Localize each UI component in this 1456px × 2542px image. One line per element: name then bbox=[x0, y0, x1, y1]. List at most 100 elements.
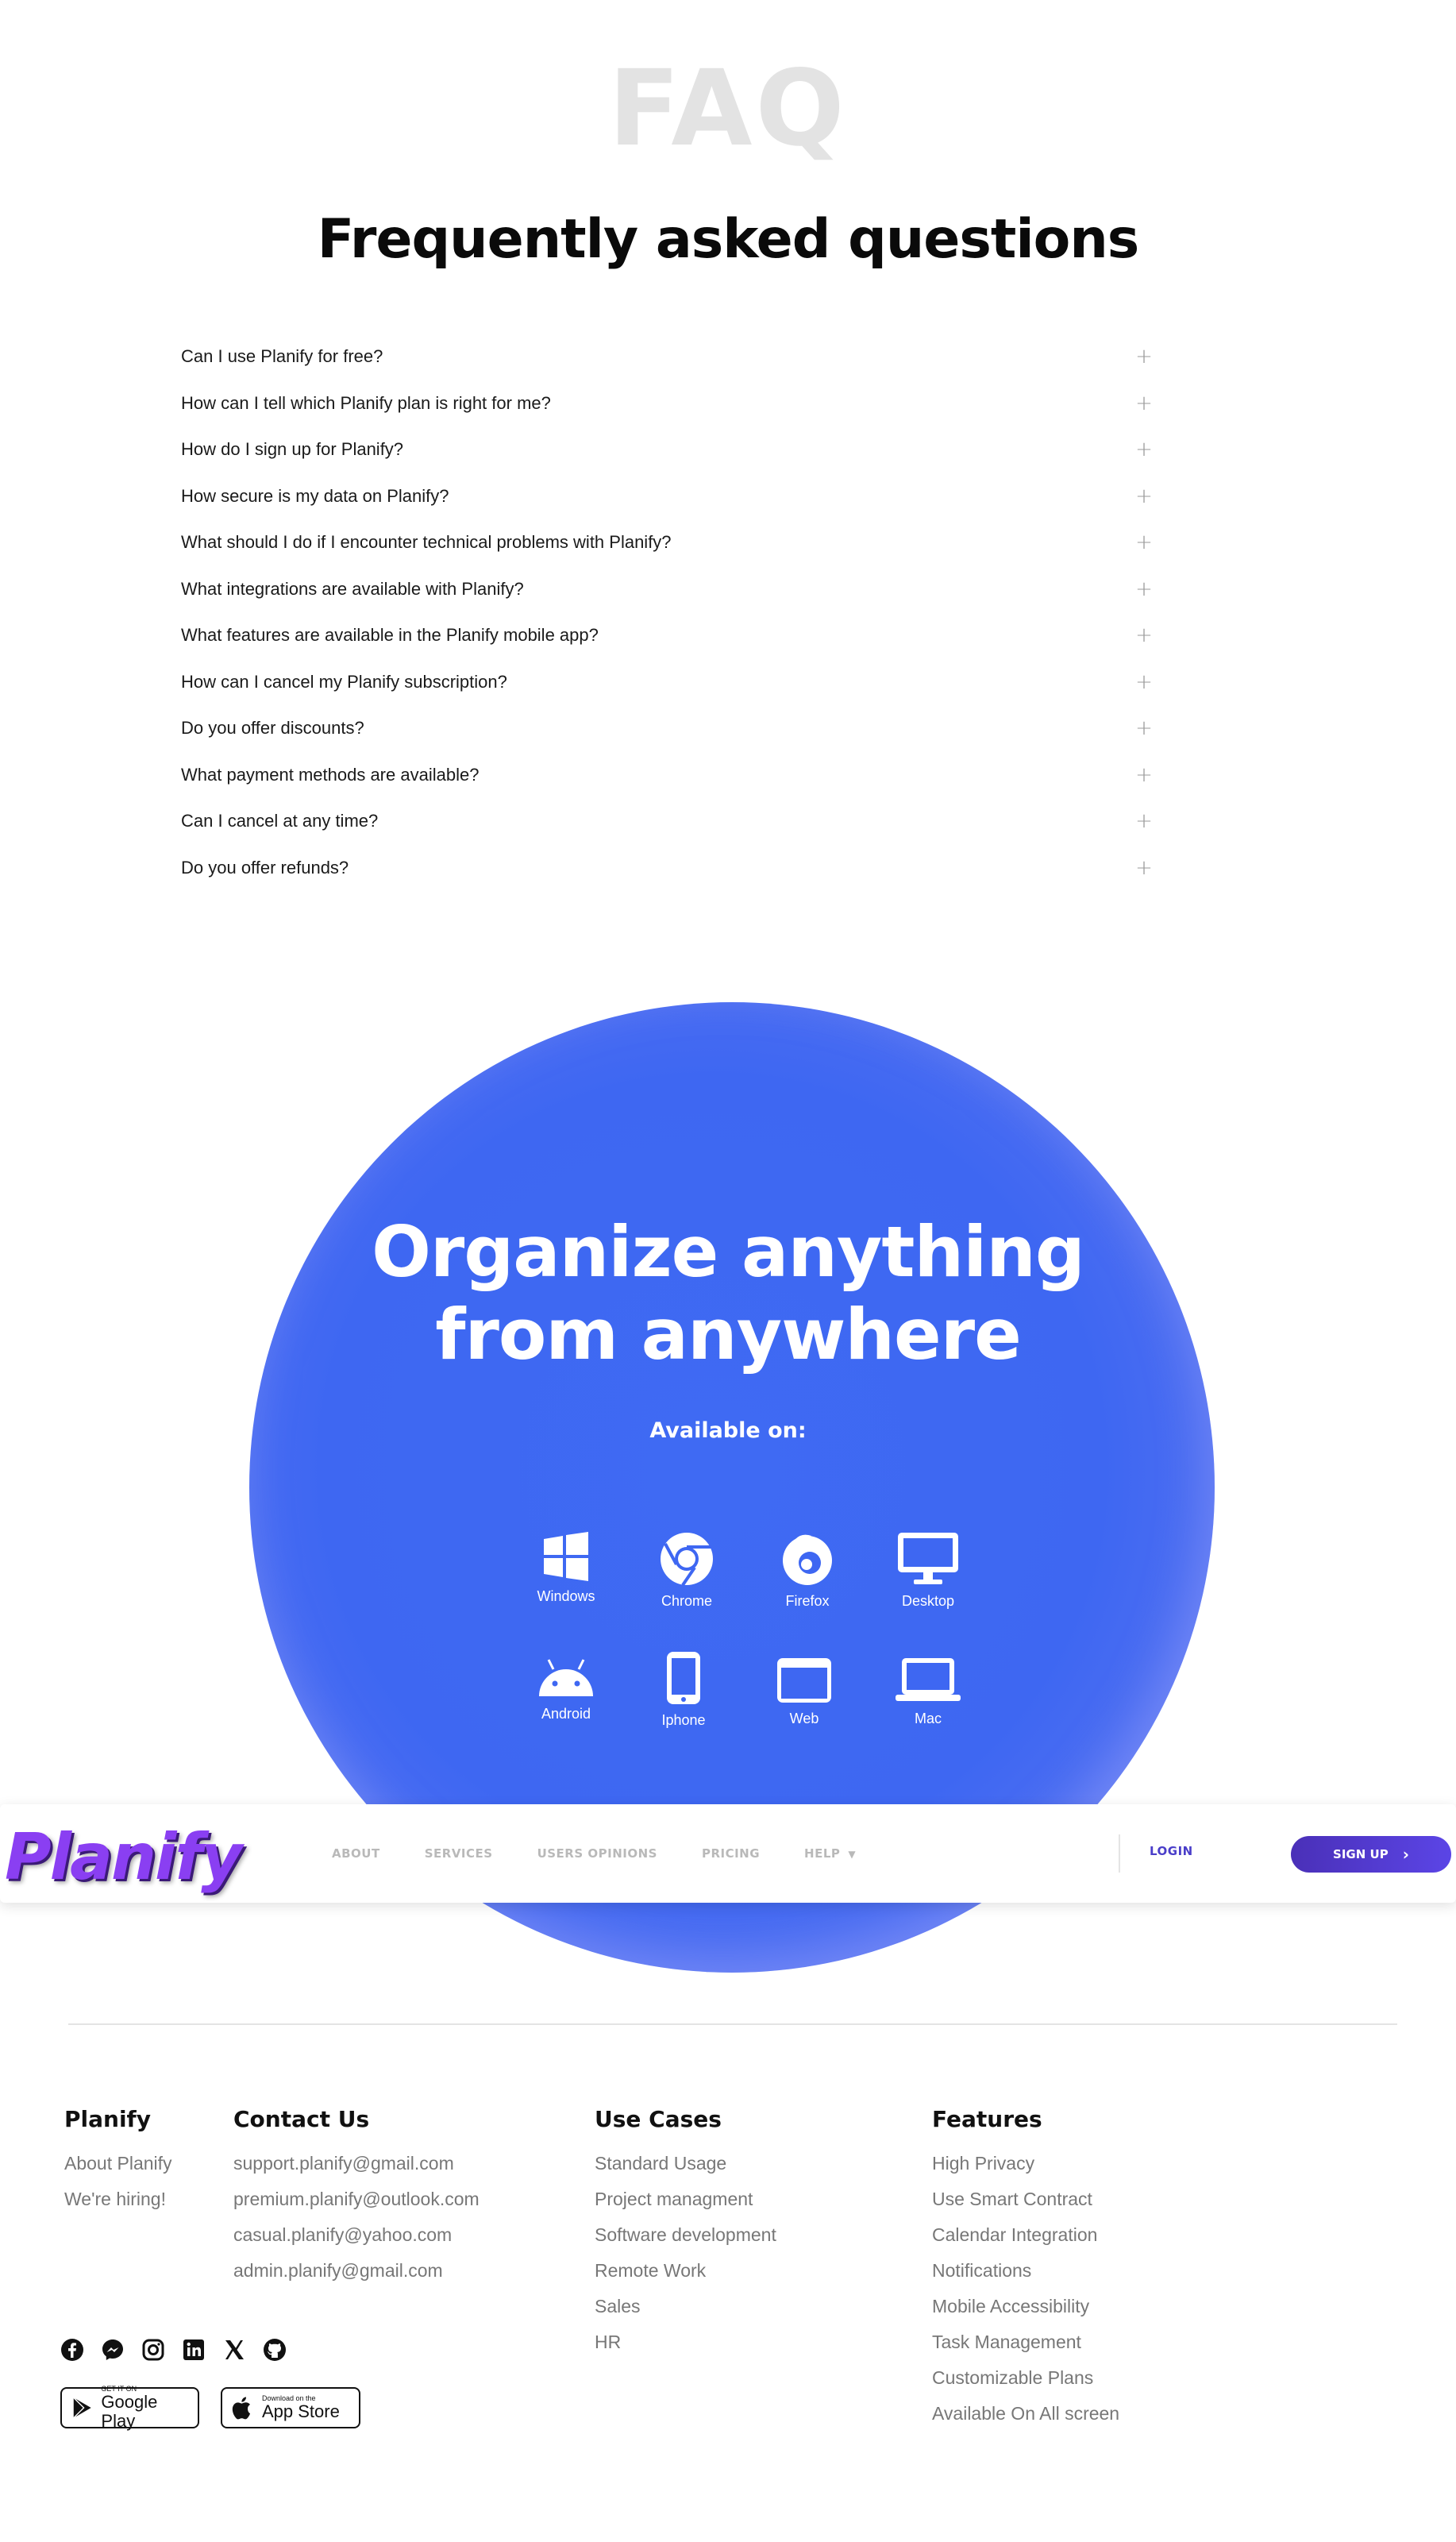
cta-title: Organize anything from anywhere bbox=[0, 1211, 1456, 1376]
footer-heading: Use Cases bbox=[595, 2106, 722, 2132]
plus-icon[interactable]: + bbox=[1132, 345, 1156, 368]
footer-link[interactable]: About Planify bbox=[64, 2150, 172, 2185]
faq-item[interactable]: How can I tell which Planify plan is rig… bbox=[181, 380, 1156, 427]
platform-label: Desktop bbox=[901, 1593, 955, 1609]
plus-icon[interactable]: + bbox=[1132, 392, 1156, 415]
footer-col-planify: Planify About Planify We're hiring! bbox=[64, 2106, 172, 2221]
footer-link[interactable]: Calendar Integration bbox=[932, 2221, 1119, 2257]
navbar: Planify ABOUT SERVICES USERS OPINIONS PR… bbox=[0, 1804, 1456, 1903]
faq-question: Can I cancel at any time? bbox=[181, 811, 379, 831]
nav-about[interactable]: ABOUT bbox=[332, 1846, 380, 1861]
plus-icon[interactable]: + bbox=[1132, 623, 1156, 647]
footer-email[interactable]: admin.planify@gmail.com bbox=[233, 2257, 480, 2293]
platform-label: Iphone bbox=[661, 1712, 706, 1728]
footer-link[interactable]: Standard Usage bbox=[595, 2150, 776, 2185]
footer-link[interactable]: Sales bbox=[595, 2293, 776, 2328]
google-play-icon bbox=[73, 2397, 91, 2419]
signup-button[interactable]: SIGN UP › bbox=[1291, 1836, 1451, 1873]
footer-heading: Planify bbox=[64, 2106, 151, 2132]
platform-desktop[interactable]: Desktop bbox=[869, 1531, 988, 1610]
logo[interactable]: Planify bbox=[5, 1820, 242, 1894]
faq-item[interactable]: How secure is my data on Planify? + bbox=[181, 473, 1156, 520]
footer-col-features: Features High Privacy Use Smart Contract… bbox=[932, 2106, 1119, 2436]
platform-android[interactable]: Android bbox=[507, 1655, 626, 1722]
platform-label: Windows bbox=[537, 1588, 595, 1604]
cta-title-line2: from anywhere bbox=[435, 1294, 1022, 1375]
platform-label: Firefox bbox=[785, 1593, 830, 1609]
plus-icon[interactable]: + bbox=[1132, 438, 1156, 461]
faq-question: Do you offer refunds? bbox=[181, 857, 349, 878]
google-play-badge[interactable]: GET IT ON Google Play bbox=[60, 2385, 199, 2431]
plus-icon[interactable]: + bbox=[1132, 484, 1156, 508]
messenger-icon[interactable] bbox=[101, 2338, 125, 2362]
footer-link[interactable]: High Privacy bbox=[932, 2150, 1119, 2185]
app-store-badge[interactable]: Download on the App Store bbox=[221, 2387, 360, 2428]
facebook-icon[interactable] bbox=[60, 2338, 84, 2362]
plus-icon[interactable]: + bbox=[1132, 530, 1156, 554]
plus-icon[interactable]: + bbox=[1132, 856, 1156, 880]
footer-email[interactable]: casual.planify@yahoo.com bbox=[233, 2221, 480, 2257]
login-link[interactable]: LOGIN bbox=[1150, 1844, 1193, 1858]
faq-item[interactable]: Do you offer refunds? + bbox=[181, 845, 1156, 892]
footer-col-use-cases: Use Cases Standard Usage Project managme… bbox=[595, 2106, 776, 2364]
faq-item[interactable]: How can I cancel my Planify subscription… bbox=[181, 659, 1156, 706]
footer-link[interactable]: Use Smart Contract bbox=[932, 2185, 1119, 2221]
footer-link[interactable]: Remote Work bbox=[595, 2257, 776, 2293]
apple-icon bbox=[232, 2397, 250, 2420]
footer-email[interactable]: support.planify@gmail.com bbox=[233, 2150, 480, 2185]
faq-title: Frequently asked questions bbox=[317, 208, 1140, 271]
faq-item[interactable]: What integrations are available with Pla… bbox=[181, 566, 1156, 613]
footer-link[interactable]: Project managment bbox=[595, 2185, 776, 2221]
platform-firefox[interactable]: Firefox bbox=[748, 1531, 867, 1610]
faq-item[interactable]: How do I sign up for Planify? + bbox=[181, 426, 1156, 473]
platform-mac[interactable]: Mac bbox=[869, 1657, 988, 1727]
desktop-icon bbox=[898, 1533, 958, 1584]
android-icon bbox=[539, 1659, 593, 1696]
platform-web[interactable]: Web bbox=[745, 1657, 864, 1727]
faq-question: Do you offer discounts? bbox=[181, 718, 364, 739]
plus-icon[interactable]: + bbox=[1132, 716, 1156, 740]
plus-icon[interactable]: + bbox=[1132, 763, 1156, 787]
nav-users-opinions[interactable]: USERS OPINIONS bbox=[537, 1846, 657, 1861]
footer-link[interactable]: Customizable Plans bbox=[932, 2364, 1119, 2400]
iphone-icon bbox=[667, 1652, 700, 1704]
footer-link[interactable]: Mobile Accessibility bbox=[932, 2293, 1119, 2328]
platform-label: Mac bbox=[914, 1711, 942, 1726]
faq-item[interactable]: What payment methods are available? + bbox=[181, 752, 1156, 799]
platform-label: Web bbox=[789, 1711, 819, 1726]
github-icon[interactable] bbox=[263, 2338, 287, 2362]
platform-windows[interactable]: Windows bbox=[507, 1531, 626, 1605]
nav-services[interactable]: SERVICES bbox=[425, 1846, 493, 1861]
nav-help[interactable]: HELP ▼ bbox=[804, 1846, 856, 1861]
footer-heading: Features bbox=[932, 2106, 1042, 2132]
platform-iphone[interactable]: Iphone bbox=[624, 1650, 743, 1729]
linkedin-icon[interactable] bbox=[182, 2338, 206, 2362]
faq-item[interactable]: Can I cancel at any time? + bbox=[181, 798, 1156, 845]
footer-link[interactable]: HR bbox=[595, 2328, 776, 2364]
google-play-big: Google Play bbox=[101, 2392, 158, 2431]
nav-links: ABOUT SERVICES USERS OPINIONS PRICING HE… bbox=[332, 1804, 900, 1903]
instagram-icon[interactable] bbox=[141, 2338, 165, 2362]
platform-chrome[interactable]: Chrome bbox=[627, 1531, 746, 1610]
firefox-icon bbox=[783, 1534, 832, 1585]
nav-pricing[interactable]: PRICING bbox=[702, 1846, 760, 1861]
faq-item[interactable]: Do you offer discounts? + bbox=[181, 705, 1156, 752]
footer-link[interactable]: Notifications bbox=[932, 2257, 1119, 2293]
x-icon[interactable] bbox=[222, 2338, 246, 2362]
faq-question: What should I do if I encounter technica… bbox=[181, 532, 672, 553]
footer-link[interactable]: We're hiring! bbox=[64, 2185, 172, 2221]
faq-watermark: FAQ bbox=[608, 48, 848, 170]
footer-link[interactable]: Software development bbox=[595, 2221, 776, 2257]
footer-link[interactable]: Task Management bbox=[932, 2328, 1119, 2364]
footer-link[interactable]: Available On All screen bbox=[932, 2400, 1119, 2436]
available-on-label: Available on: bbox=[649, 1418, 807, 1443]
platform-label: Android bbox=[541, 1706, 591, 1722]
plus-icon[interactable]: + bbox=[1132, 809, 1156, 833]
faq-item[interactable]: What should I do if I encounter technica… bbox=[181, 519, 1156, 566]
nav-help-label: HELP bbox=[804, 1846, 841, 1861]
faq-item[interactable]: What features are available in the Plani… bbox=[181, 612, 1156, 659]
faq-item[interactable]: Can I use Planify for free? + bbox=[181, 334, 1156, 380]
plus-icon[interactable]: + bbox=[1132, 670, 1156, 694]
plus-icon[interactable]: + bbox=[1132, 577, 1156, 601]
footer-email[interactable]: premium.planify@outlook.com bbox=[233, 2185, 480, 2221]
